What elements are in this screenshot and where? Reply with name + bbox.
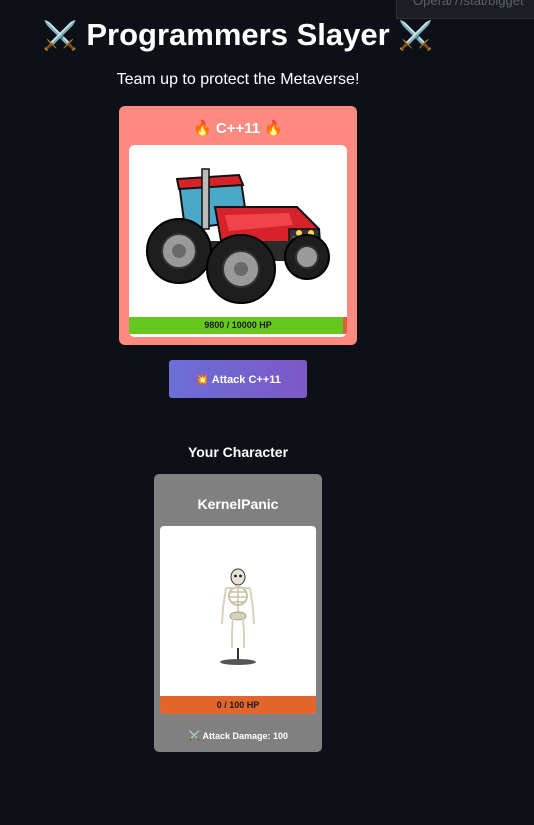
page: Opera/7/stat/bigget ⚔️ Programmers Slaye… — [0, 0, 534, 825]
attack-damage: ⚔️ Attack Damage: 100 — [154, 730, 322, 743]
page-title: ⚔️ Programmers Slayer ⚔️ — [0, 14, 476, 57]
collision-icon: 💥 — [195, 373, 209, 386]
boss-hp-bar: 9800 / 10000 HP — [129, 317, 347, 334]
url-fragment: Opera/7/stat/bigget — [413, 0, 524, 8]
crossed-swords-icon: ⚔️ — [398, 20, 434, 51]
crossed-swords-icon: ⚔️ — [188, 731, 201, 742]
fire-icon: 🔥 — [193, 120, 212, 137]
player-card: KernelPanic 0 / 100 HP ⚔️ Attack Damage:… — [154, 474, 322, 752]
player-name: KernelPanic — [197, 496, 279, 512]
page-subtitle: Team up to protect the Metaverse! — [116, 71, 360, 88]
boss-card: 🔥 C++11 🔥 9800 / 10000 HP — [119, 106, 357, 345]
tractor-image — [146, 168, 330, 304]
boss-name-text: C++11 — [215, 120, 261, 137]
boss-image: 9800 / 10000 HP — [129, 145, 347, 337]
attack-button[interactable]: 💥 Attack C++11 — [169, 360, 307, 398]
player-hp-text: 0 / 100 HP — [216, 700, 260, 710]
attack-damage-text: Attack Damage: 100 — [202, 731, 288, 741]
boss-name: 🔥 C++11 🔥 — [119, 120, 357, 138]
crossed-swords-icon: ⚔️ — [42, 20, 78, 51]
title-text: Programmers Slayer — [86, 17, 390, 52]
attack-button-label: Attack C++11 — [211, 373, 281, 386]
fire-icon: 🔥 — [264, 120, 283, 137]
boss-hp-text: 9800 / 10000 HP — [204, 320, 272, 330]
skeleton-image — [220, 568, 256, 665]
player-hp-bar: 0 / 100 HP — [160, 696, 316, 714]
player-section-heading: Your Character — [187, 444, 289, 460]
player-image: 0 / 100 HP — [160, 526, 316, 714]
